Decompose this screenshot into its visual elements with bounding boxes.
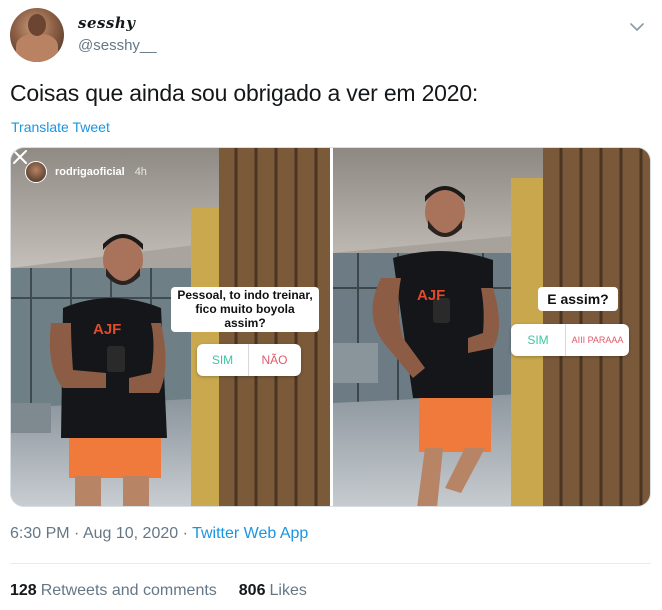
tweet-stats: 128 Retweets and comments 806 Likes bbox=[10, 582, 307, 600]
retweets-stat[interactable]: 128 Retweets and comments bbox=[10, 582, 217, 600]
poll-option-no: NÃO bbox=[261, 353, 288, 367]
divider bbox=[10, 563, 651, 564]
media-image-left[interactable]: AJF rodrigaoficial 4h Pessoal, to indo t… bbox=[11, 148, 330, 506]
translate-tweet-link[interactable]: Translate Tweet bbox=[11, 119, 110, 135]
likes-label: Likes bbox=[269, 582, 307, 599]
avatar-head bbox=[28, 14, 46, 36]
poll-option-yes: SIM bbox=[211, 353, 234, 367]
story-question-sticker: E assim? bbox=[538, 287, 618, 312]
close-icon bbox=[13, 150, 27, 164]
shirt-logo-right: AJF bbox=[417, 287, 445, 304]
media-image-right[interactable]: AJF E assim? SIM AIII PARAAA bbox=[333, 148, 650, 506]
story-poll: SIM AIII PARAAA bbox=[511, 324, 629, 356]
retweets-count: 128 bbox=[10, 582, 37, 599]
author-display-name[interactable]: sesshy bbox=[78, 14, 136, 32]
likes-stat[interactable]: 806 Likes bbox=[239, 582, 307, 600]
likes-count: 806 bbox=[238, 582, 266, 599]
tweet-metadata: 6:30 PM · Aug 10, 2020 · Twitter Web App bbox=[10, 525, 308, 543]
story-poll: SIM NÃO bbox=[197, 344, 301, 376]
poll-option-no: AIII PARAAA bbox=[571, 335, 624, 345]
shirt-logo-left: AJF bbox=[93, 321, 121, 338]
tweet-media-grid: AJF rodrigaoficial 4h Pessoal, to indo t… bbox=[10, 147, 651, 507]
meta-separator: · bbox=[74, 525, 80, 542]
chevron-down-icon[interactable] bbox=[628, 18, 646, 36]
story-question-sticker: Pessoal, to indo treinar, fico muito boy… bbox=[171, 287, 319, 333]
tweet-text: Coisas que ainda sou obrigado a ver em 2… bbox=[10, 80, 479, 106]
author-handle[interactable]: @sesshy__ bbox=[78, 37, 157, 54]
story-username: rodrigaoficial bbox=[55, 166, 125, 178]
poll-option-yes: SIM bbox=[527, 333, 549, 347]
story-time: 4h bbox=[134, 166, 147, 178]
tweet-time[interactable]: 6:30 PM bbox=[10, 525, 70, 542]
retweets-label: Retweets and comments bbox=[40, 582, 217, 599]
author-avatar[interactable] bbox=[10, 8, 64, 62]
tweet-date[interactable]: Aug 10, 2020 bbox=[83, 525, 178, 542]
tweet-header: sesshy @sesshy__ bbox=[10, 8, 652, 64]
tweet-source-link[interactable]: Twitter Web App bbox=[192, 525, 308, 542]
avatar-torso bbox=[16, 34, 58, 62]
meta-separator: · bbox=[182, 525, 188, 542]
story-user: rodrigaoficial 4h bbox=[25, 160, 147, 184]
